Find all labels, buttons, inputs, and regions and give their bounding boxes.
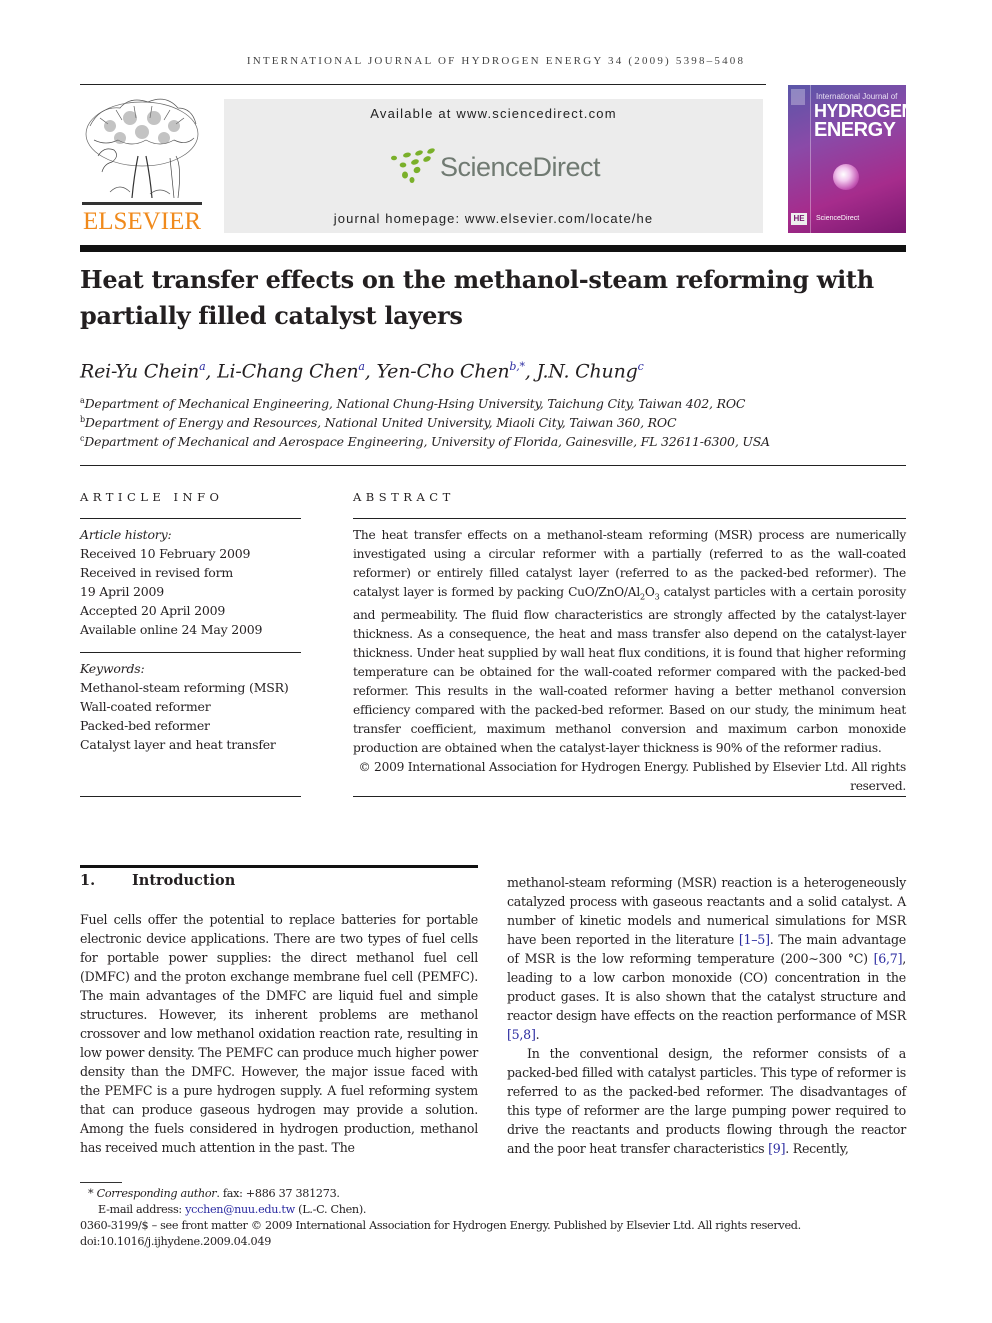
author-name[interactable]: Rei-Yu Chein [80, 360, 199, 382]
footnote-star: * [88, 1187, 94, 1200]
section-heading-introduction: 1. Introduction [80, 872, 235, 889]
citation-link[interactable]: [5,8] [507, 1027, 536, 1042]
section-title: Introduction [132, 872, 236, 889]
cover-divider [810, 85, 811, 233]
header-rule [80, 84, 766, 85]
history-item: Received in revised form [80, 565, 234, 580]
available-at-text[interactable]: Available at www.sciencedirect.com [224, 106, 763, 121]
author-name[interactable]: J.N. Chung [537, 360, 638, 382]
keywords-rule [80, 652, 301, 653]
keywords-label: Keywords: [80, 661, 145, 676]
cover-line1: International Journal of [816, 92, 898, 101]
history-item: 19 April 2009 [80, 584, 165, 599]
citation-link[interactable]: [6,7] [874, 951, 903, 966]
article-info-heading: ARTICLE INFO [80, 490, 224, 504]
affiliation-text: Department of Energy and Resources, Nati… [84, 415, 677, 431]
journal-homepage-link[interactable]: journal homepage: www.elsevier.com/locat… [224, 211, 763, 226]
text-run: In the conventional design, the reformer… [507, 1046, 906, 1156]
cover-orb-icon [833, 164, 859, 190]
journal-cover-image: International Journal of HYDROGEN ENERGY… [788, 85, 906, 233]
intro-paragraph: Fuel cells offer the potential to replac… [80, 912, 478, 1155]
keyword-item: Catalyst layer and heat transfer [80, 737, 276, 752]
intro-paragraph: In the conventional design, the reformer… [507, 1044, 906, 1158]
footnote-rule [80, 1182, 122, 1183]
fax-text: . fax: +886 37 381273. [216, 1187, 340, 1200]
front-matter: 0360-3199/$ – see front matter © 2009 In… [80, 1219, 801, 1232]
cover-he-badge: HE [791, 213, 807, 225]
article-info-rule [80, 518, 301, 519]
history-item: Available online 24 May 2009 [80, 622, 263, 637]
section-rule [80, 865, 478, 868]
footnote-email: E-mail address: ycchen@nuu.edu.tw (L.-C.… [98, 1202, 366, 1218]
abstract-heading: ABSTRACT [353, 490, 455, 504]
author-name[interactable]: Li-Chang Chen [217, 360, 359, 382]
sciencedirect-logo-text: ScienceDirect [440, 152, 601, 182]
affiliation-text: Department of Mechanical and Aerospace E… [84, 434, 770, 450]
author-sup[interactable]: b,* [509, 360, 525, 373]
elsevier-wordmark: ELSEVIER [82, 208, 202, 235]
affiliation-a: aDepartment of Mechanical Engineering, N… [80, 396, 745, 411]
running-head: International Journal of Hydrogen Energy… [246, 55, 746, 67]
author-name[interactable]: Yen-Cho Chen [376, 360, 509, 382]
article-info-bottom-rule [80, 796, 301, 797]
section-number: 1. [80, 872, 96, 889]
citation-link[interactable]: [9] [768, 1141, 785, 1156]
intro-left-column: Fuel cells offer the potential to replac… [80, 910, 478, 1157]
citation-link[interactable]: [1–5] [739, 932, 770, 947]
author-sup[interactable]: a [358, 360, 365, 373]
cover-line2: HYDROGEN [814, 101, 906, 121]
email-suffix: (L.-C. Chen). [294, 1203, 367, 1216]
author-sup[interactable]: c [638, 360, 644, 373]
affiliation-c: cDepartment of Mechanical and Aerospace … [80, 434, 770, 449]
abstract-text: The heat transfer effects on a methanol-… [353, 526, 906, 758]
cover-elsevier-badge-icon [791, 89, 805, 105]
author-sup[interactable]: a [199, 360, 206, 373]
affiliation-text: Department of Mechanical Engineering, Na… [84, 396, 746, 412]
cover-sciencedirect-label: ScienceDirect [816, 215, 860, 222]
article-title: Heat transfer effects on the methanol-st… [80, 265, 874, 330]
abstract-rule [353, 518, 906, 519]
footnote-corresponding: * Corresponding author. fax: +886 37 381… [88, 1186, 340, 1202]
cover-line3: ENERGY [814, 119, 896, 141]
elsevier-tree-logo-icon [82, 98, 202, 205]
history-item: Accepted 20 April 2009 [80, 603, 226, 618]
history-item: Received 10 February 2009 [80, 546, 251, 561]
history-label: Article history: [80, 527, 172, 542]
keyword-item: Wall-coated reformer [80, 699, 211, 714]
keyword-item: Methanol-steam reforming (MSR) [80, 680, 289, 695]
abstract-body: The heat transfer effects on a methanol-… [353, 526, 906, 796]
sciencedirect-dots-icon [391, 148, 435, 183]
affiliation-b: bDepartment of Energy and Resources, Nat… [80, 415, 677, 431]
intro-paragraph: methanol-steam reforming (MSR) reaction … [507, 873, 906, 1044]
author-list: Rei-Yu Cheina, Li-Chang Chena, Yen-Cho C… [80, 360, 644, 383]
email-label: E-mail address: [98, 1203, 186, 1216]
doi[interactable]: doi:10.1016/j.ijhydene.2009.04.049 [80, 1234, 271, 1250]
authors-rule [80, 465, 906, 466]
keyword-item: Packed-bed reformer [80, 718, 210, 733]
corresponding-label: Corresponding author [96, 1187, 217, 1200]
text-run: . Recently, [785, 1141, 849, 1156]
header-thick-rule [80, 245, 906, 252]
abstract-text-part: O [644, 585, 655, 599]
email-link[interactable]: ycchen@nuu.edu.tw [185, 1203, 295, 1216]
abstract-text-part: catalyst particles with a certain porosi… [353, 585, 906, 756]
intro-right-column: methanol-steam reforming (MSR) reaction … [507, 873, 906, 1158]
abstract-copyright: © 2009 International Association for Hyd… [358, 760, 907, 794]
abstract-bottom-rule [353, 796, 906, 797]
text-run: . [535, 1027, 540, 1042]
